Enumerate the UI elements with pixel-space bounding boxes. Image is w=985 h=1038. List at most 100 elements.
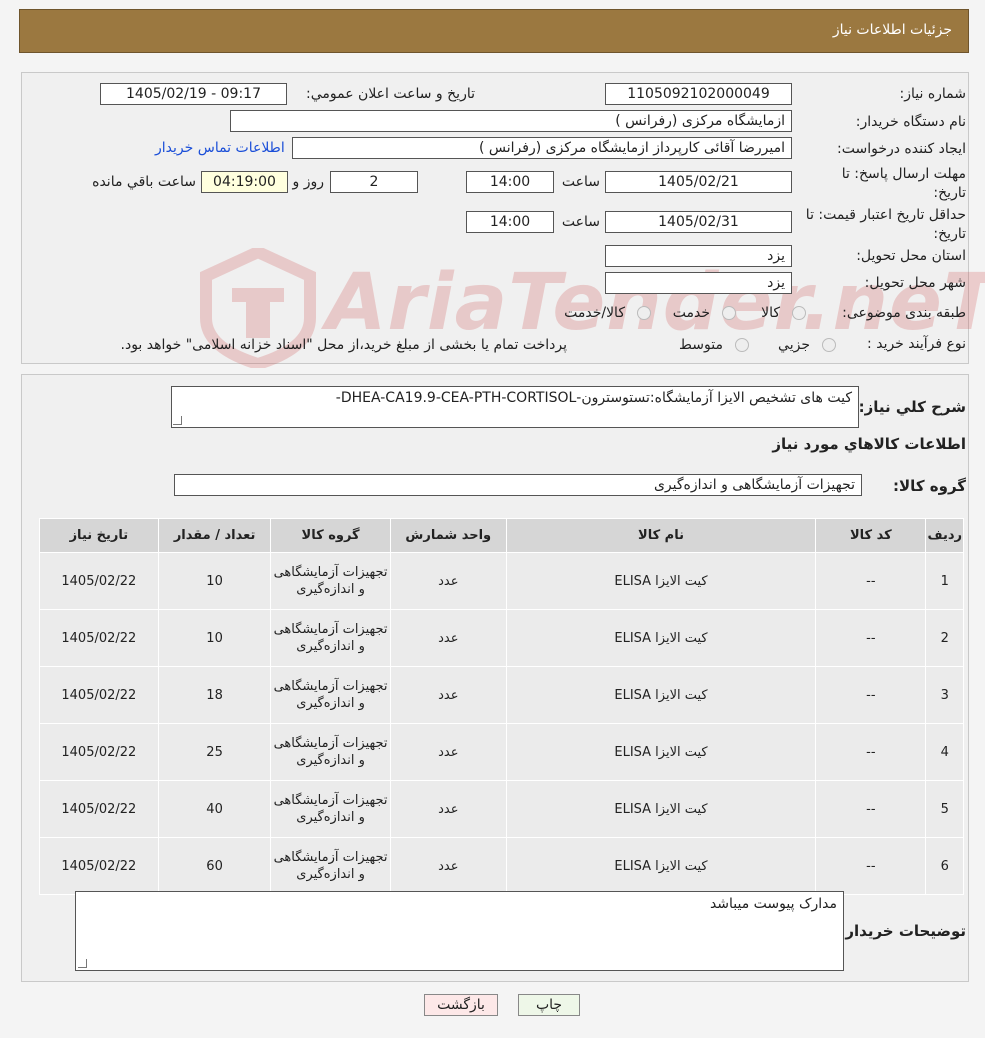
- cell-unit: عدد: [389, 780, 507, 838]
- cell-unit: عدد: [389, 552, 507, 610]
- validity-label-line1: حداقل تاریخ اعتبار قیمت: تا: [805, 207, 966, 223]
- process-minor-radio[interactable]: [822, 338, 836, 352]
- cell-goods-group: تجهیزات آزمایشگاهی و اندازه‌گیری: [270, 552, 391, 610]
- cell-row-number: 1: [925, 552, 964, 610]
- cell-need-date: 1405/02/22: [39, 837, 159, 895]
- cell-quantity: 10: [157, 552, 272, 610]
- description-field[interactable]: کیت های تشخیص الایزا آزمایشگاه:تستوسترون…: [171, 386, 859, 428]
- table-row: 4 -- کیت الایزا ELISA عدد تجهیزات آزمایش…: [39, 723, 964, 781]
- city-field: یزد: [605, 272, 792, 294]
- page-header: جزئیات اطلاعات نیاز: [19, 9, 969, 53]
- table-row: 3 -- کیت الایزا ELISA عدد تجهیزات آزمایش…: [39, 666, 964, 724]
- deadline-time-field: 14:00: [466, 171, 554, 193]
- need-number-label: شماره نیاز:: [899, 86, 967, 102]
- cell-goods-name: کیت الایزا ELISA: [505, 552, 817, 610]
- days-label: روز و: [292, 174, 325, 190]
- items-table: ردیف کد کالا نام کالا واحد شمارش گروه کا…: [39, 518, 964, 895]
- announce-field: 1405/02/19 - 09:17: [100, 83, 287, 105]
- buyer-contact-link[interactable]: اطلاعات تماس خریدار: [155, 140, 285, 156]
- category-goods-radio[interactable]: [792, 306, 806, 320]
- deadline-label-line2: تاریخ:: [933, 185, 966, 201]
- buyer-notes-field[interactable]: مدارک پیوست میباشد: [75, 891, 844, 971]
- cell-need-date: 1405/02/22: [39, 666, 159, 724]
- back-button[interactable]: بازگشت: [424, 994, 498, 1016]
- col-goods-name: نام کالا: [505, 518, 817, 553]
- deadline-label: مهلت ارسال پاسخ: تا تاریخ:: [842, 165, 966, 203]
- cell-goods-code: --: [815, 780, 927, 838]
- cell-unit: عدد: [389, 723, 507, 781]
- deadline-time-label: ساعت: [561, 174, 600, 190]
- cell-quantity: 25: [157, 723, 272, 781]
- col-need-date: تاریخ نیاز: [39, 518, 159, 553]
- validity-time-field: 14:00: [466, 211, 554, 233]
- table-header-row: ردیف کد کالا نام کالا واحد شمارش گروه کا…: [39, 518, 964, 553]
- cell-row-number: 6: [925, 837, 964, 895]
- cell-quantity: 10: [157, 609, 272, 667]
- table-row: 5 -- کیت الایزا ELISA عدد تجهیزات آزمایش…: [39, 780, 964, 838]
- creator-field: امیررضا آقائی کارپرداز ازمایشگاه مرکزی (…: [292, 137, 792, 159]
- cell-goods-name: کیت الایزا ELISA: [505, 609, 817, 667]
- process-medium-radio[interactable]: [735, 338, 749, 352]
- cell-goods-code: --: [815, 837, 927, 895]
- cell-need-date: 1405/02/22: [39, 780, 159, 838]
- description-label: شرح کلي نیاز:: [858, 398, 966, 416]
- col-row-number: ردیف: [925, 518, 964, 553]
- process-note: پرداخت تمام یا بخشی از مبلغ خرید،از محل …: [120, 337, 567, 353]
- cell-quantity: 18: [157, 666, 272, 724]
- table-row: 2 -- کیت الایزا ELISA عدد تجهیزات آزمایش…: [39, 609, 964, 667]
- cell-need-date: 1405/02/22: [39, 723, 159, 781]
- cell-goods-code: --: [815, 609, 927, 667]
- cell-row-number: 4: [925, 723, 964, 781]
- cell-goods-group: تجهیزات آزمایشگاهی و اندازه‌گیری: [270, 666, 391, 724]
- cell-goods-group: تجهیزات آزمایشگاهی و اندازه‌گیری: [270, 723, 391, 781]
- col-goods-code: کد کالا: [815, 518, 927, 553]
- col-quantity: تعداد / مقدار: [157, 518, 272, 553]
- cell-need-date: 1405/02/22: [39, 552, 159, 610]
- page-title: جزئیات اطلاعات نیاز: [832, 22, 952, 38]
- cell-goods-group: تجهیزات آزمایشگاهی و اندازه‌گیری: [270, 609, 391, 667]
- table-row: 6 -- کیت الایزا ELISA عدد تجهیزات آزمایش…: [39, 837, 964, 895]
- cell-goods-name: کیت الایزا ELISA: [505, 723, 817, 781]
- cell-goods-group: تجهیزات آزمایشگاهی و اندازه‌گیری: [270, 837, 391, 895]
- process-label: نوع فرآیند خرید :: [867, 336, 966, 352]
- validity-label-line2: تاریخ:: [933, 226, 966, 242]
- cell-goods-code: --: [815, 666, 927, 724]
- cell-need-date: 1405/02/22: [39, 609, 159, 667]
- goods-info-title: اطلاعات کالاهاي مورد نیاز: [772, 435, 966, 453]
- cell-unit: عدد: [389, 666, 507, 724]
- cell-quantity: 60: [157, 837, 272, 895]
- table-row: 1 -- کیت الایزا ELISA عدد تجهیزات آزمایش…: [39, 552, 964, 610]
- process-minor-label: جزیي: [778, 337, 810, 353]
- deadline-label-line1: مهلت ارسال پاسخ: تا: [841, 166, 966, 182]
- category-label: طبقه بندی موضوعی:: [842, 305, 966, 321]
- goods-group-field: تجهیزات آزمایشگاهی و اندازه‌گیری: [174, 474, 862, 496]
- cell-goods-name: کیت الایزا ELISA: [505, 666, 817, 724]
- buyer-notes-label: توضیحات خریدار:: [839, 922, 966, 940]
- category-goods-service-label: کالا/خدمت: [564, 305, 625, 321]
- city-label: شهر محل تحویل:: [864, 275, 966, 291]
- buyer-org-label: نام دستگاه خریدار:: [855, 114, 966, 130]
- cell-unit: عدد: [389, 837, 507, 895]
- notes-resize-handle-icon[interactable]: [78, 959, 87, 968]
- category-goods-service-radio[interactable]: [637, 306, 651, 320]
- cell-unit: عدد: [389, 609, 507, 667]
- validity-label: حداقل تاریخ اعتبار قیمت: تا تاریخ:: [806, 206, 966, 244]
- category-goods-label: کالا: [761, 305, 780, 321]
- cell-goods-name: کیت الایزا ELISA: [505, 780, 817, 838]
- cell-row-number: 2: [925, 609, 964, 667]
- buyer-org-field: ازمایشگاه مرکزی (رفرانس ): [230, 110, 792, 132]
- description-resize-handle-icon[interactable]: [173, 416, 182, 425]
- process-medium-label: متوسط: [679, 337, 723, 353]
- col-unit: واحد شمارش: [389, 518, 507, 553]
- remaining-time-label: ساعت باقي مانده: [92, 174, 196, 190]
- remaining-time-field: 04:19:00: [201, 171, 288, 193]
- validity-date-field: 1405/02/31: [605, 211, 792, 233]
- category-service-radio[interactable]: [722, 306, 736, 320]
- cell-row-number: 5: [925, 780, 964, 838]
- print-button[interactable]: چاپ: [518, 994, 580, 1016]
- province-field: یزد: [605, 245, 792, 267]
- province-label: استان محل تحویل:: [856, 248, 966, 264]
- category-service-label: خدمت: [672, 305, 710, 321]
- need-number-field: 1105092102000049: [605, 83, 792, 105]
- days-field: 2: [330, 171, 418, 193]
